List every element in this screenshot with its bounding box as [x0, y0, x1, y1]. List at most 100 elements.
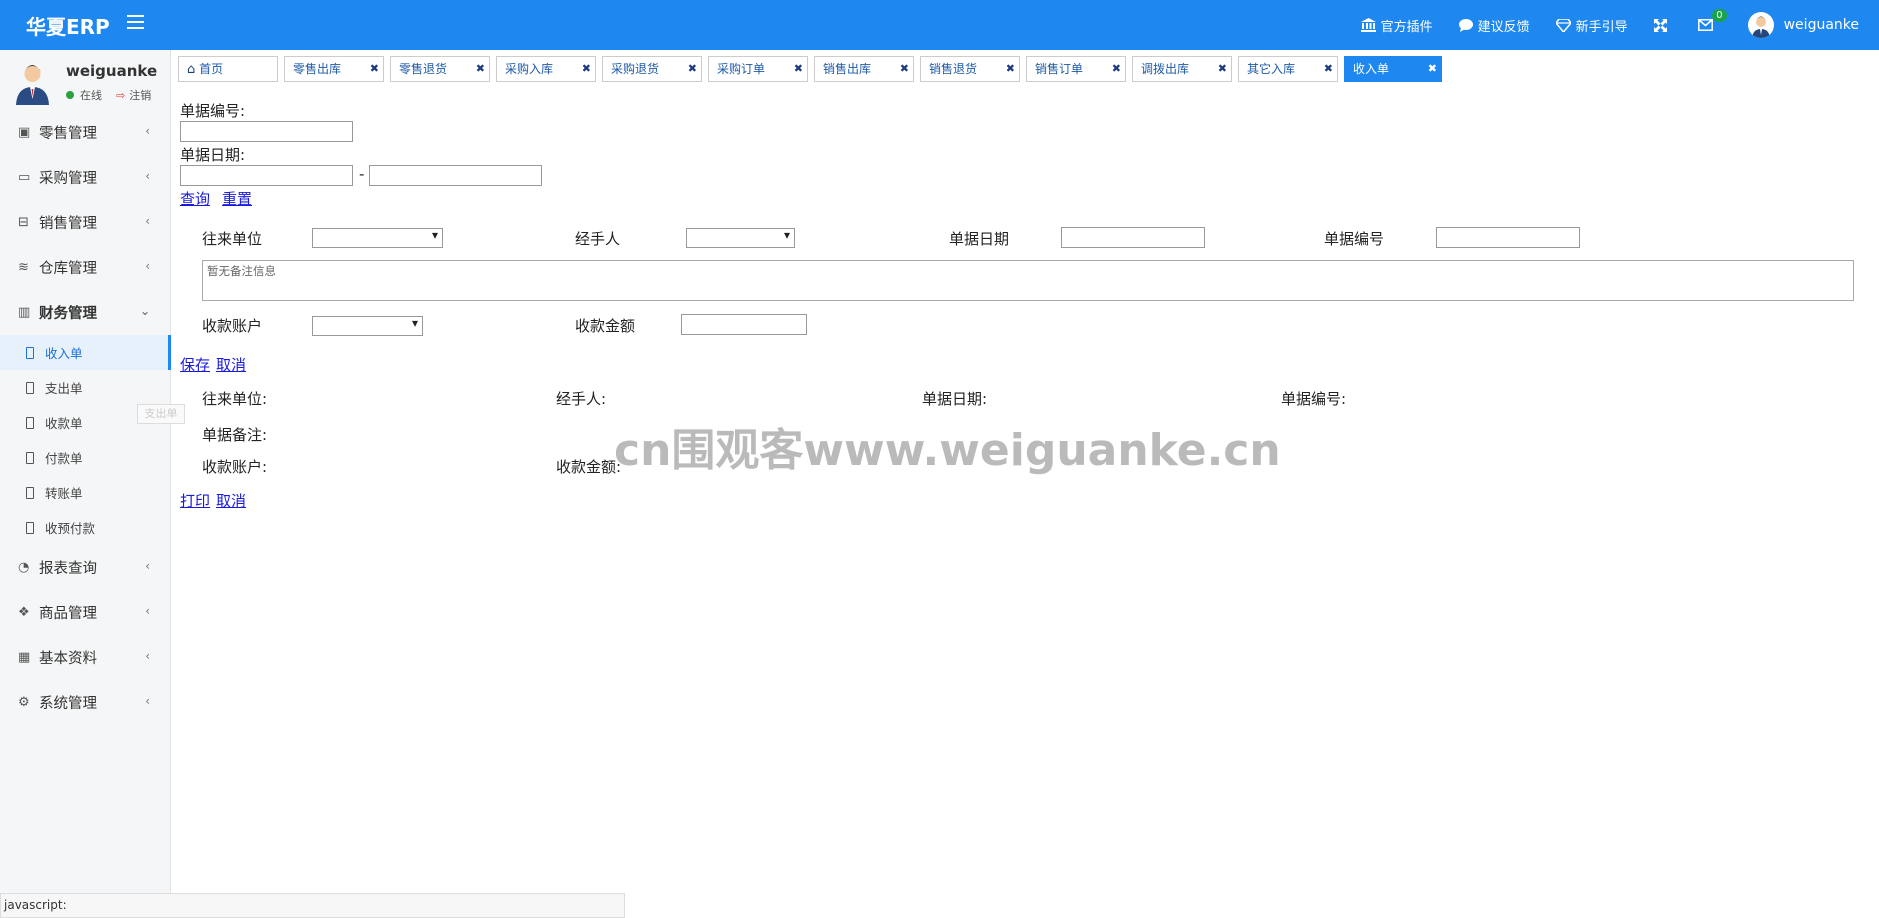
cubes-icon: ❖ — [18, 605, 30, 620]
bill-no-field[interactable] — [1436, 227, 1580, 248]
detail-date-label: 单据日期: — [922, 390, 988, 408]
fullscreen-button[interactable] — [1653, 18, 1672, 32]
sidebar-item-sales[interactable]: ⊟ 销售管理 ‹ — [0, 200, 170, 245]
detail-cancel-link[interactable]: 取消 — [216, 490, 246, 511]
tab-label: 收入单 — [1353, 62, 1390, 76]
tab-income[interactable]: 收入单 ✖ — [1344, 56, 1442, 82]
amount-input[interactable] — [681, 314, 807, 335]
start-date-input[interactable] — [180, 165, 353, 186]
sidebar-item-label: 仓库管理 — [39, 261, 97, 277]
sidebar-item-retail[interactable]: ▣ 零售管理 ‹ — [0, 110, 170, 155]
detail-handler-label: 经手人: — [556, 390, 607, 408]
sidebar-item-purchase[interactable]: ▭ 采购管理 ‹ — [0, 155, 170, 200]
logout-link[interactable]: ⇨ 注销 — [116, 87, 151, 103]
close-icon[interactable]: ✖ — [900, 57, 909, 81]
document-icon — [26, 416, 34, 429]
cancel-link[interactable]: 取消 — [216, 354, 246, 375]
query-link[interactable]: 查询 — [180, 188, 210, 209]
close-icon[interactable]: ✖ — [1218, 57, 1227, 81]
memo-textarea[interactable]: 暂无备注信息 — [202, 260, 1854, 301]
date-label: 单据日期 — [949, 230, 1010, 248]
close-icon[interactable]: ✖ — [370, 57, 379, 81]
sidebar-item-basic-data[interactable]: ▦ 基本资料 ‹ — [0, 635, 170, 680]
sidebar-item-warehouse[interactable]: ≋ 仓库管理 ‹ — [0, 245, 170, 290]
official-plugins-link[interactable]: 官方插件 — [1360, 16, 1433, 35]
tab-retail-out[interactable]: 零售出库 ✖ — [284, 56, 384, 82]
diamond-icon — [1555, 18, 1571, 32]
tab-sales-return[interactable]: 销售退货 ✖ — [920, 56, 1020, 82]
envelope-icon — [1697, 19, 1713, 31]
gear-icon: ⚙ — [18, 695, 30, 710]
comment-icon — [1458, 18, 1473, 32]
tab-retail-return[interactable]: 零售退货 ✖ — [390, 56, 490, 82]
close-icon[interactable]: ✖ — [1112, 57, 1121, 81]
print-link[interactable]: 打印 — [180, 490, 210, 511]
chevron-down-icon: ⌄ — [139, 304, 150, 318]
menu-toggle-icon[interactable] — [127, 15, 144, 29]
sidebar-subitem-label: 转账单 — [45, 486, 83, 501]
save-link[interactable]: 保存 — [180, 354, 210, 375]
sidebar-subitem-payment[interactable]: 付款单 — [0, 440, 170, 475]
bill-no-label: 单据编号: — [180, 102, 246, 120]
close-icon[interactable]: ✖ — [1324, 57, 1333, 81]
handler-select[interactable] — [686, 228, 795, 248]
official-plugins-label: 官方插件 — [1380, 19, 1433, 35]
sidebar-item-label: 报表查询 — [39, 561, 97, 577]
top-bar: 华夏ERP 官方插件 建议反馈 新手引导 0 weiguanke — [0, 0, 1879, 50]
tab-label: 销售退货 — [929, 62, 978, 76]
brand-logo[interactable]: 华夏ERP — [26, 11, 110, 40]
close-icon[interactable]: ✖ — [1006, 57, 1015, 81]
briefcase-icon: ⊟ — [18, 215, 29, 230]
document-icon — [26, 381, 34, 394]
sidebar-subitem-advance[interactable]: 收预付款 — [0, 510, 170, 545]
sidebar-item-system[interactable]: ⚙ 系统管理 ‹ — [0, 680, 170, 725]
bill-no-input[interactable] — [180, 121, 353, 142]
detail-no-label: 单据编号: — [1281, 390, 1347, 408]
tab-purchase-order[interactable]: 采购订单 ✖ — [708, 56, 808, 82]
sidebar-item-finance[interactable]: ▥ 财务管理 ⌄ — [0, 290, 170, 335]
sign-out-icon: ⇨ — [116, 88, 126, 102]
sidebar-subitem-label: 收入单 — [45, 346, 83, 361]
org-select[interactable] — [312, 228, 443, 248]
chevron-left-icon: ‹ — [145, 259, 150, 273]
profile-status: 在线 ⇨ 注销 — [66, 87, 151, 103]
tab-label: 首页 — [199, 62, 224, 76]
tab-sales-order[interactable]: 销售订单 ✖ — [1026, 56, 1126, 82]
online-label: 在线 — [80, 89, 102, 102]
close-icon[interactable]: ✖ — [1428, 57, 1437, 81]
sidebar-subitem-expense[interactable]: 支出单 — [0, 370, 170, 405]
close-icon[interactable]: ✖ — [794, 57, 803, 81]
sidebar-item-products[interactable]: ❖ 商品管理 ‹ — [0, 590, 170, 635]
messages-button[interactable]: 0 — [1697, 9, 1727, 31]
grid-icon: ▦ — [18, 650, 31, 665]
tab-other-in[interactable]: 其它入库 ✖ — [1238, 56, 1338, 82]
reset-link[interactable]: 重置 — [222, 188, 252, 209]
tab-label: 零售出库 — [293, 62, 342, 76]
user-menu[interactable]: weiguanke — [1747, 12, 1859, 38]
bill-date-field[interactable] — [1061, 227, 1205, 248]
sidebar-item-reports[interactable]: ◔ 报表查询 ‹ — [0, 545, 170, 590]
tab-purchase-in[interactable]: 采购入库 ✖ — [496, 56, 596, 82]
sidebar-item-label: 基本资料 — [39, 651, 97, 667]
account-select[interactable] — [312, 316, 423, 336]
monitor-icon: ▭ — [18, 170, 31, 185]
browser-status-bar: javascript: — [0, 893, 625, 918]
guide-link[interactable]: 新手引导 — [1555, 16, 1628, 35]
sidebar-subitem-income[interactable]: 收入单 — [0, 335, 171, 370]
gift-icon: ▣ — [18, 125, 31, 140]
close-icon[interactable]: ✖ — [582, 57, 591, 81]
amount-label: 收款金额 — [575, 317, 636, 335]
sidebar-item-label: 零售管理 — [39, 126, 97, 142]
sidebar-subitem-transfer[interactable]: 转账单 — [0, 475, 170, 510]
tab-home[interactable]: ⌂ 首页 — [178, 56, 278, 82]
tab-label: 零售退货 — [399, 62, 448, 76]
feedback-link[interactable]: 建议反馈 — [1458, 16, 1530, 35]
close-icon[interactable]: ✖ — [476, 57, 485, 81]
no-label: 单据编号 — [1324, 230, 1385, 248]
close-icon[interactable]: ✖ — [688, 57, 697, 81]
end-date-input[interactable] — [369, 165, 542, 186]
tab-transfer-out[interactable]: 调拨出库 ✖ — [1132, 56, 1232, 82]
tab-label: 采购入库 — [505, 62, 554, 76]
tab-purchase-return[interactable]: 采购退货 ✖ — [602, 56, 702, 82]
tab-sales-out[interactable]: 销售出库 ✖ — [814, 56, 914, 82]
